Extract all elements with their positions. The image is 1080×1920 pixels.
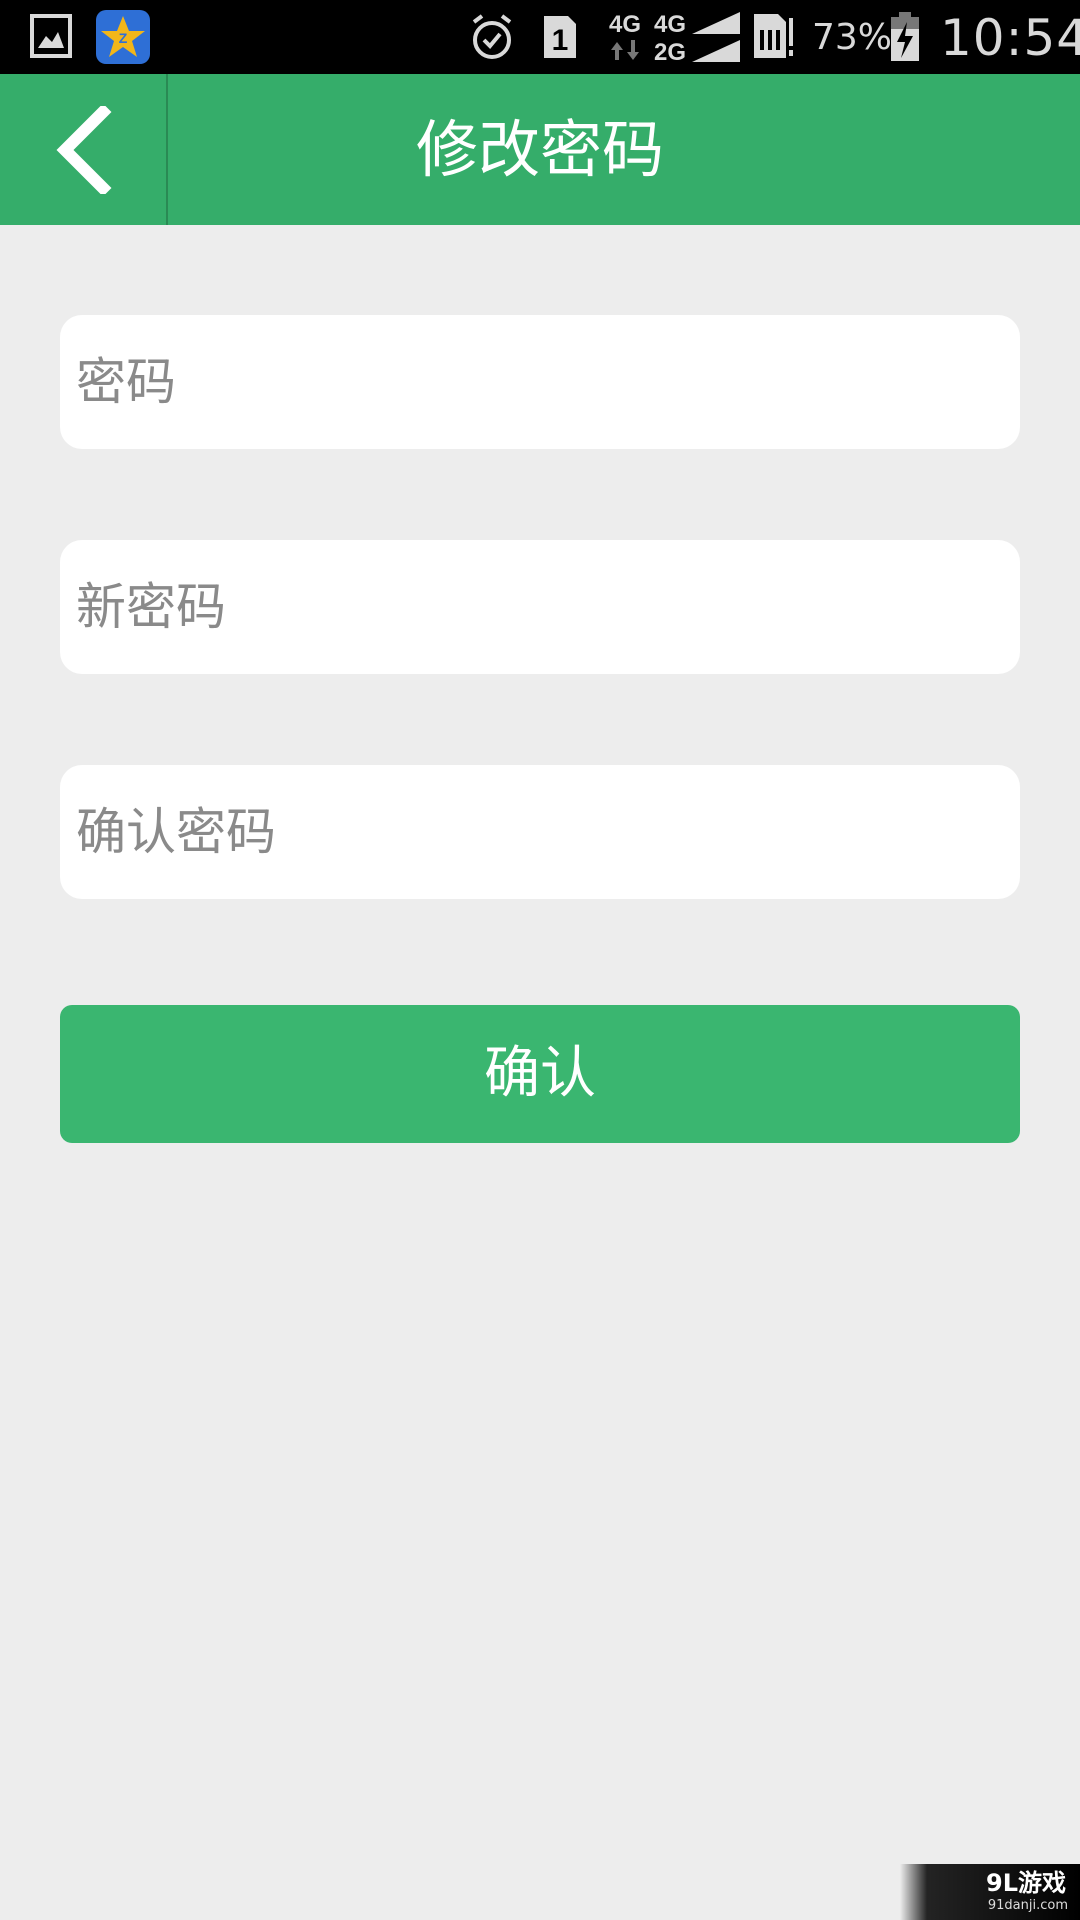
network-label: 4G	[609, 11, 641, 38]
sim-card-icon	[752, 10, 794, 62]
network-label: 4G	[654, 11, 686, 38]
app-header: 修改密码	[0, 74, 1080, 225]
alarm-icon	[468, 12, 516, 62]
watermark-logo: 9L游戏	[986, 1869, 1066, 1897]
confirm-password-input[interactable]	[74, 802, 1006, 862]
status-bar: Z 1 4G 4G 2G 73% 10:54	[0, 0, 1080, 74]
new-password-input[interactable]	[74, 577, 1006, 637]
signal-4g-2g-icon: 4G 2G	[654, 8, 740, 66]
sim-slot-number: 1	[552, 24, 569, 57]
battery-percent: 73%	[812, 17, 893, 58]
watermark-domain: 91danji.com	[987, 1898, 1068, 1913]
network-4g-icon: 4G	[603, 8, 647, 64]
network-label: 2G	[654, 39, 686, 64]
password-input[interactable]	[74, 352, 1006, 412]
battery-charging-icon	[889, 12, 921, 62]
sim1-icon: 1	[540, 12, 580, 62]
status-time: 10:54	[940, 9, 1080, 67]
screen: Z 1 4G 4G 2G 73% 10:54 修改密码 确认 9L游戏 91da…	[0, 0, 1080, 1920]
password-field-container	[60, 315, 1020, 449]
confirm-password-field-container	[60, 765, 1020, 899]
back-button[interactable]	[0, 74, 166, 225]
watermark: 9L游戏 91danji.com	[900, 1864, 1080, 1920]
new-password-field-container	[60, 540, 1020, 674]
confirm-button[interactable]: 确认	[60, 1005, 1020, 1143]
qzone-icon: Z	[96, 10, 150, 64]
chevron-left-icon	[56, 105, 112, 194]
page-title: 修改密码	[415, 113, 664, 186]
svg-text:Z: Z	[119, 30, 128, 46]
gallery-icon	[30, 14, 72, 58]
